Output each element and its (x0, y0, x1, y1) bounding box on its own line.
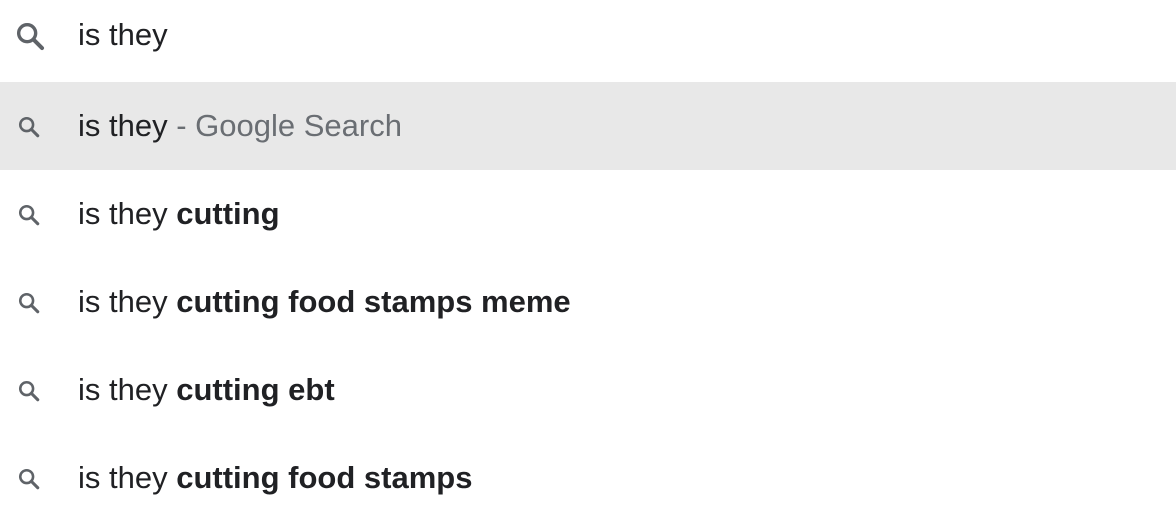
search-bar (0, 0, 1176, 72)
suggestion-item[interactable]: is they cutting ebt (0, 346, 1176, 434)
suggestion-list: is they - Google Search is they cutting … (0, 82, 1176, 522)
suggestion-text: is they cutting ebt (78, 370, 335, 410)
suggestion-item[interactable]: is they cutting food stamps (0, 434, 1176, 522)
suggestion-query: is they (78, 372, 177, 407)
suggestion-query: is they (78, 108, 168, 143)
suggestion-completion: cutting (176, 196, 280, 231)
suggestion-text: is they cutting (78, 194, 280, 234)
suggestion-query: is they (78, 196, 177, 231)
search-icon (14, 288, 44, 318)
suggestion-item[interactable]: is they - Google Search (0, 82, 1176, 170)
search-icon (14, 112, 44, 142)
search-input[interactable] (78, 14, 1138, 56)
search-icon (14, 200, 44, 230)
search-icon (12, 18, 48, 54)
search-icon (14, 376, 44, 406)
suggestion-item[interactable]: is they cutting (0, 170, 1176, 258)
suggestion-text: is they cutting food stamps (78, 458, 472, 498)
omnibox-dropdown: is they - Google Search is they cutting … (0, 0, 1176, 526)
suggestion-completion: cutting ebt (176, 372, 335, 407)
suggestion-item[interactable]: is they cutting food stamps meme (0, 258, 1176, 346)
suggestion-completion: cutting food stamps (176, 460, 473, 495)
search-icon (14, 464, 44, 494)
suggestion-completion: cutting food stamps meme (176, 284, 571, 319)
suggestion-source: - Google Search (167, 108, 402, 143)
suggestion-text: is they - Google Search (78, 106, 402, 146)
suggestion-text: is they cutting food stamps meme (78, 282, 571, 322)
suggestion-query: is they (78, 460, 177, 495)
suggestion-query: is they (78, 284, 177, 319)
